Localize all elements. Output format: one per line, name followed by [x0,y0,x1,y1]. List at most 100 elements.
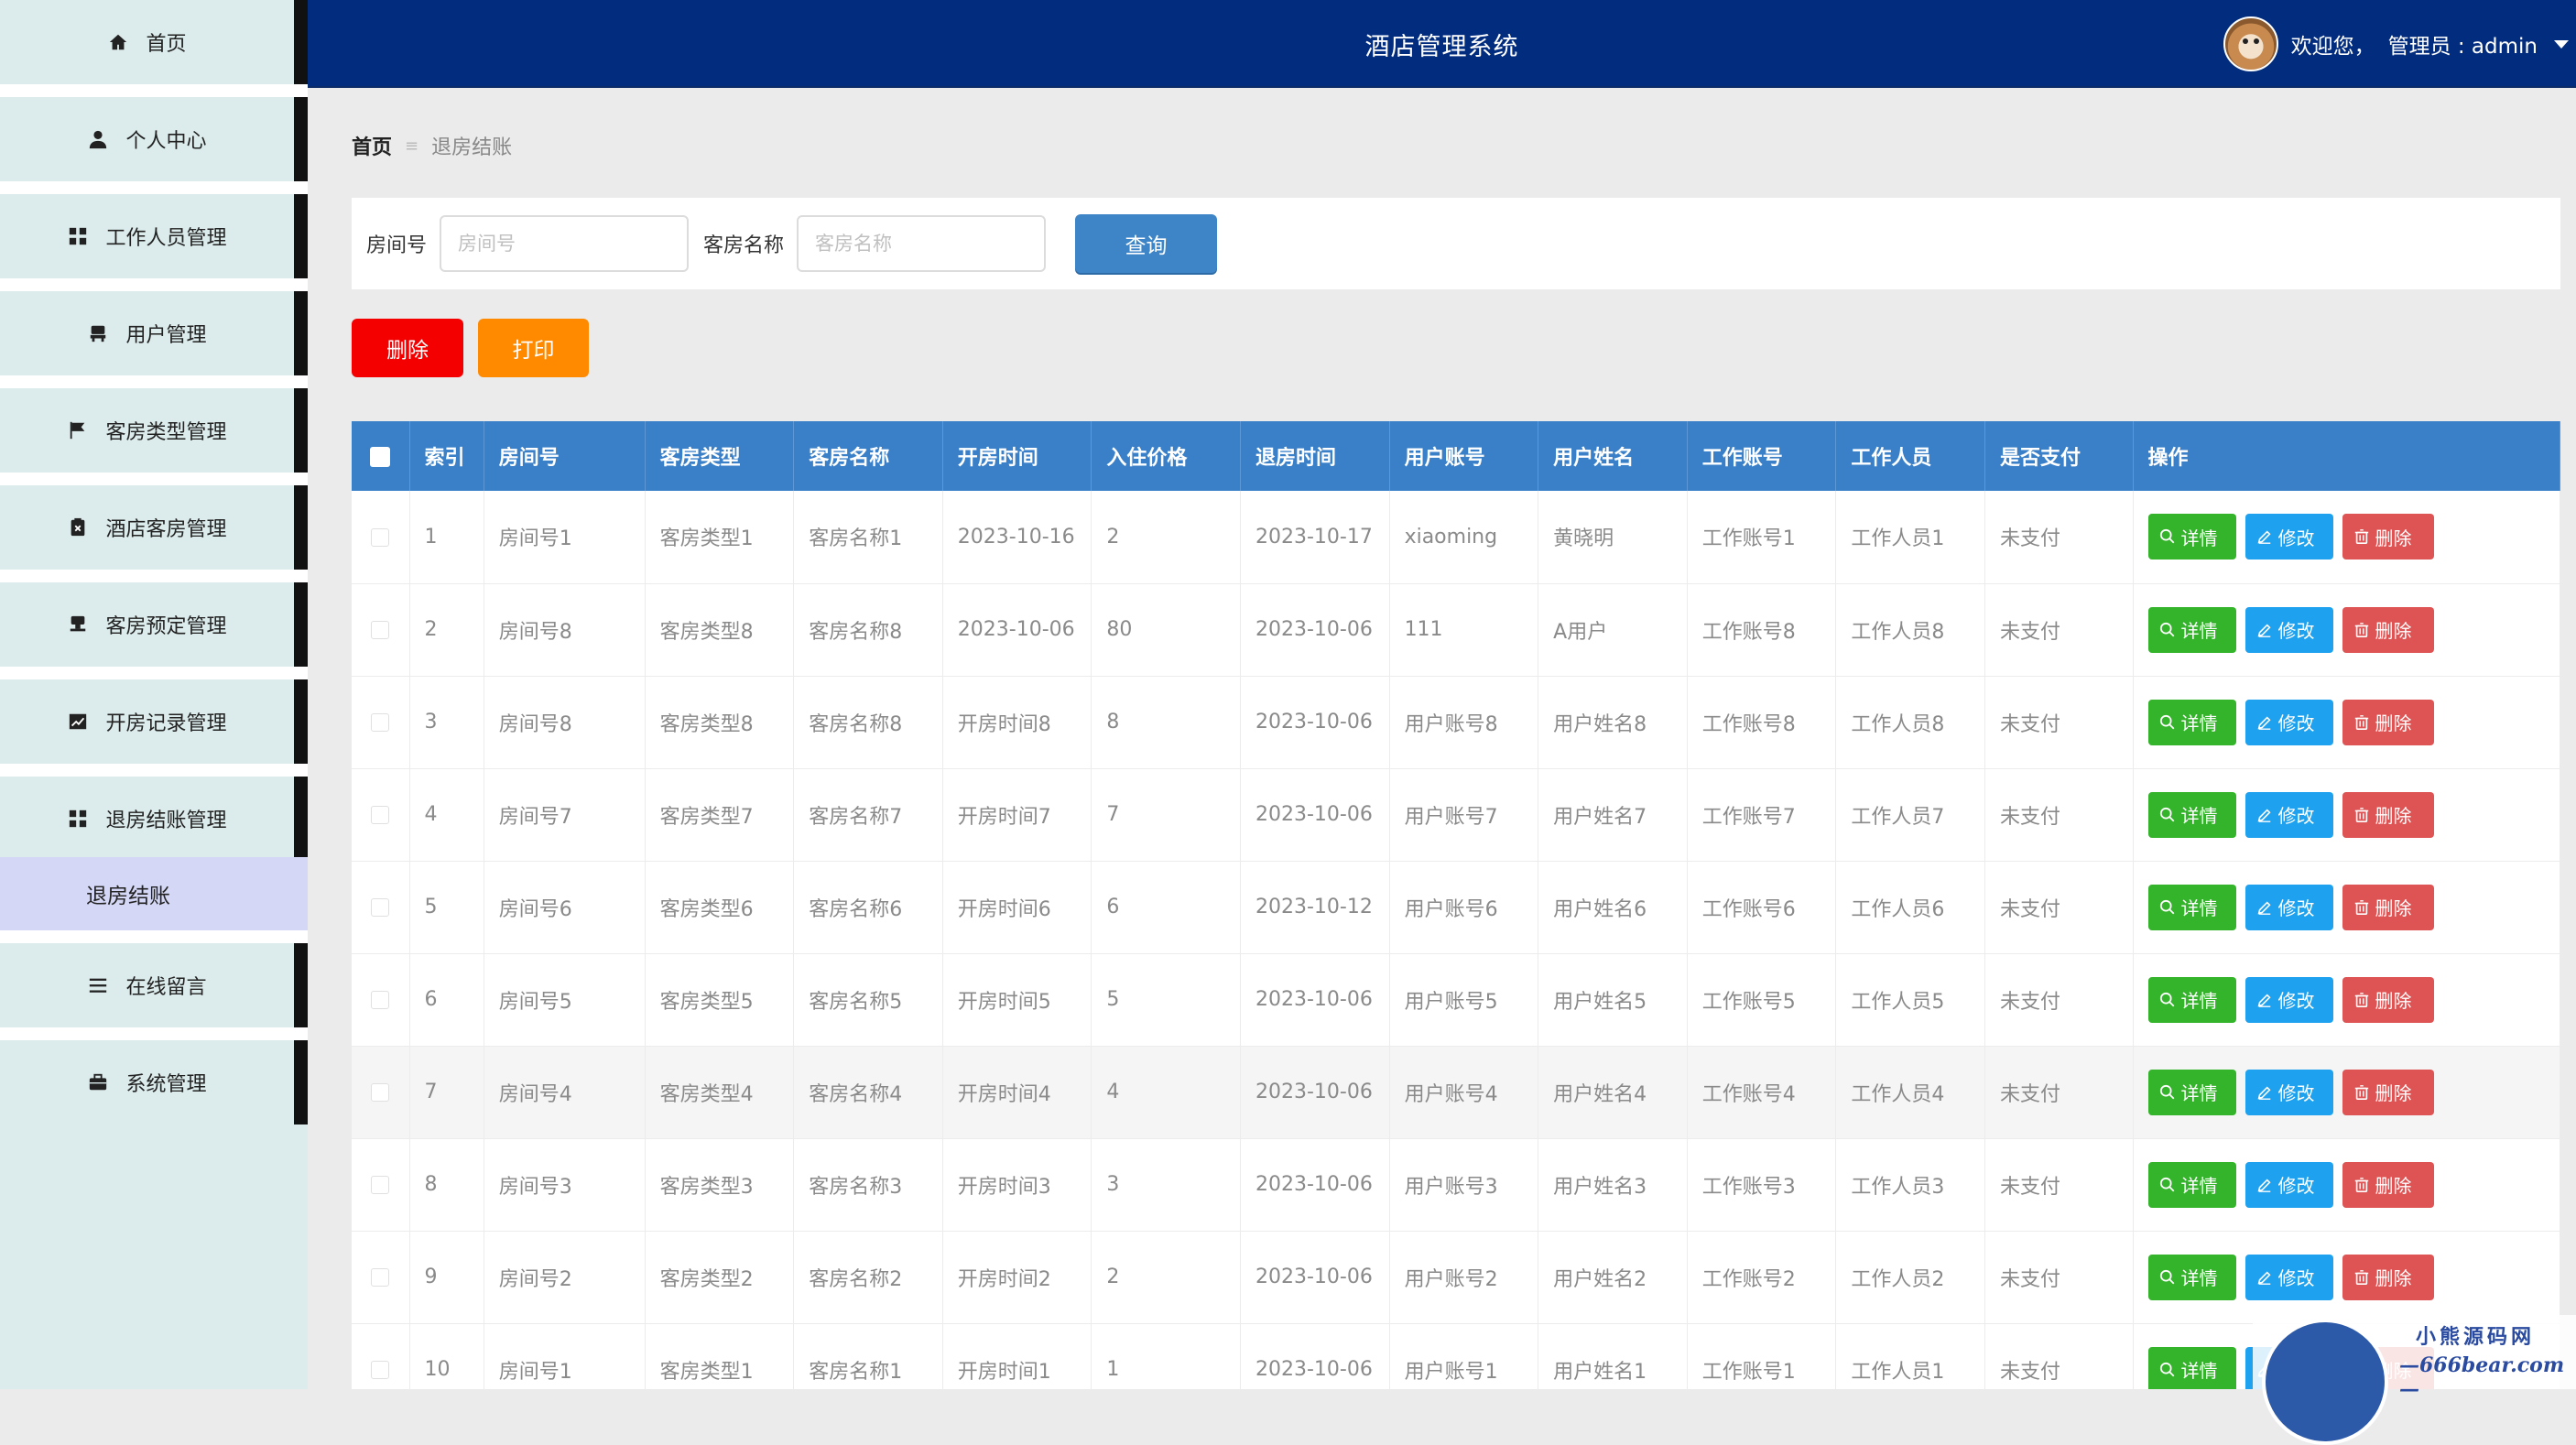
sidebar-subitem-active[interactable]: 退房结账 [0,857,308,930]
view-detail-button[interactable]: 详情 [2147,1254,2236,1300]
view-detail-button[interactable]: 详情 [2147,884,2236,930]
sidebar-divider [0,570,308,582]
row-checkbox-cell[interactable] [352,953,410,1047]
row-checkbox[interactable] [371,806,390,824]
edit-button[interactable]: 修改 [2244,1161,2333,1208]
checkout-table: 索引 房间号 客房类型 客房名称 开房时间 入住价格 退房时间 用户账号 用户姓名 工作账号 工作人… [352,421,2560,1389]
row-delete-button[interactable]: 删除 [2342,791,2434,838]
flag-icon [67,419,89,441]
view-detail-button[interactable]: 详情 [2147,606,2236,653]
view-detail-button[interactable]: 详情 [2147,976,2236,1023]
query-button[interactable]: 查询 [1075,214,1218,273]
row-delete-button[interactable]: 删除 [2342,884,2434,930]
row-delete-button[interactable]: 删除 [2342,976,2434,1023]
table-row[interactable]: 9 房间号2 客房类型2 客房名称2 开房时间2 2 2023-10-06 用户账号2 用户姓名… [352,1231,2560,1324]
row-delete-button[interactable]: 删除 [2342,699,2434,745]
row-checkbox-cell[interactable] [352,676,410,769]
sidebar-item-10[interactable]: 在线留言 [0,943,308,1027]
row-checkbox[interactable] [371,991,390,1009]
sidebar-item-3[interactable]: 工作人员管理 [0,194,308,278]
sidebar-item-1[interactable]: 首页 [0,0,308,84]
row-checkbox-cell[interactable] [352,1046,410,1139]
user-menu[interactable]: 欢迎您， 管理员 : admin [2223,0,2576,88]
edit-button[interactable]: 修改 [2244,514,2333,560]
table-row[interactable]: 6 房间号5 客房类型5 客房名称5 开房时间5 5 2023-10-06 用户账号5 用户姓名… [352,953,2560,1047]
row-checkbox-cell[interactable] [352,583,410,677]
sidebar-item-edge [294,485,308,570]
pencil-icon [2256,528,2273,545]
sidebar-item-2[interactable]: 个人中心 [0,97,308,181]
batch-delete-button[interactable]: 删除 [352,319,463,377]
table-row[interactable]: 5 房间号6 客房类型6 客房名称6 开房时间6 6 2023-10-12 用户账号6 用户姓名… [352,861,2560,954]
edit-button[interactable]: 修改 [2244,606,2333,653]
breadcrumb-separator-icon: ≡ [405,136,419,156]
row-checkbox-cell[interactable] [352,768,410,862]
row-checkbox-cell[interactable] [352,491,410,584]
row-checkbox[interactable] [371,1268,390,1287]
view-detail-button[interactable]: 详情 [2147,699,2236,745]
row-checkbox[interactable] [371,713,390,732]
table-cell: 3 [1091,1138,1241,1232]
sidebar-item-5[interactable]: 客房类型管理 [0,388,308,473]
sidebar-item-9[interactable]: 退房结账管理 [0,777,308,861]
table-cell: 2023-10-12 [1240,861,1390,954]
table-cell: 房间号5 [484,953,646,1047]
table-row[interactable]: 10 房间号1 客房类型1 客房名称1 开房时间1 1 2023-10-06 用户账号1 用户姓… [352,1323,2560,1389]
select-all-cell[interactable] [352,421,410,491]
row-checkbox[interactable] [371,621,390,639]
row-checkbox[interactable] [371,1083,390,1102]
row-checkbox-cell[interactable] [352,1138,410,1232]
view-label: 详情 [2180,620,2218,642]
row-checkbox[interactable] [371,898,390,917]
sidebar-item-4[interactable]: 用户管理 [0,291,308,375]
view-detail-button[interactable]: 详情 [2147,791,2236,838]
table-row[interactable]: 1 房间号1 客房类型1 客房名称1 2023-10-16 2 2023-10-17 xiao… [352,491,2560,584]
sidebar-item-11[interactable]: 系统管理 [0,1040,308,1124]
view-label: 详情 [2180,897,2218,919]
row-checkbox[interactable] [371,1176,390,1194]
view-detail-button[interactable]: 详情 [2147,1161,2236,1208]
caret-down-icon[interactable] [2554,39,2569,49]
edit-button[interactable]: 修改 [2244,884,2333,930]
table-row[interactable]: 3 房间号8 客房类型8 客房名称8 开房时间8 8 2023-10-06 用户账号8 用户姓名… [352,676,2560,769]
view-detail-button[interactable]: 详情 [2147,1069,2236,1115]
view-detail-button[interactable]: 详情 [2147,1346,2236,1389]
row-checkbox-cell[interactable] [352,1323,410,1389]
edit-button[interactable]: 修改 [2244,699,2333,745]
row-delete-button[interactable]: 删除 [2342,606,2434,653]
sidebar-item-7[interactable]: 客房预定管理 [0,582,308,667]
row-delete-button[interactable]: 删除 [2342,514,2434,560]
room-no-input[interactable] [440,215,690,272]
row-checkbox-cell[interactable] [352,1231,410,1324]
row-delete-button[interactable]: 删除 [2342,1069,2434,1115]
search-icon [2159,1177,2176,1193]
print-button[interactable]: 打印 [478,319,589,377]
column-header: 开房时间 [942,421,1092,491]
edit-button[interactable]: 修改 [2244,976,2333,1023]
row-delete-button[interactable]: 删除 [2342,1254,2434,1300]
breadcrumb-home[interactable]: 首页 [352,131,392,160]
view-detail-button[interactable]: 详情 [2147,514,2236,560]
table-cell: xiaoming [1389,491,1539,584]
select-all-checkbox[interactable] [370,446,391,467]
table-row[interactable]: 8 房间号3 客房类型3 客房名称3 开房时间3 3 2023-10-06 用户账号3 用户姓名… [352,1138,2560,1232]
edit-button[interactable]: 修改 [2244,1254,2333,1300]
edit-button[interactable]: 修改 [2244,1069,2333,1115]
table-row[interactable]: 4 房间号7 客房类型7 客房名称7 开房时间7 7 2023-10-06 用户账号7 用户姓名… [352,768,2560,862]
sidebar-item-edge [294,97,308,181]
row-delete-button[interactable]: 删除 [2342,1161,2434,1208]
table-cell: 开房时间1 [942,1323,1092,1389]
edit-button[interactable]: 修改 [2244,791,2333,838]
row-checkbox[interactable] [371,1361,390,1379]
pencil-icon [2256,1177,2273,1193]
table-row[interactable]: 7 房间号4 客房类型4 客房名称4 开房时间4 4 2023-10-06 用户账号4 用户姓名… [352,1046,2560,1139]
room-name-input[interactable] [797,215,1047,272]
sidebar-item-8[interactable]: 开房记录管理 [0,679,308,764]
table-row[interactable]: 2 房间号8 客房类型8 客房名称8 2023-10-06 80 2023-10-06 111… [352,583,2560,677]
edit-label: 修改 [2277,1175,2315,1197]
top-header: 酒店管理系统 欢迎您， 管理员 : admin [308,0,2576,88]
sidebar-divider [0,930,308,943]
row-checkbox[interactable] [371,527,390,547]
sidebar-item-6[interactable]: 酒店客房管理 [0,485,308,570]
row-checkbox-cell[interactable] [352,861,410,954]
